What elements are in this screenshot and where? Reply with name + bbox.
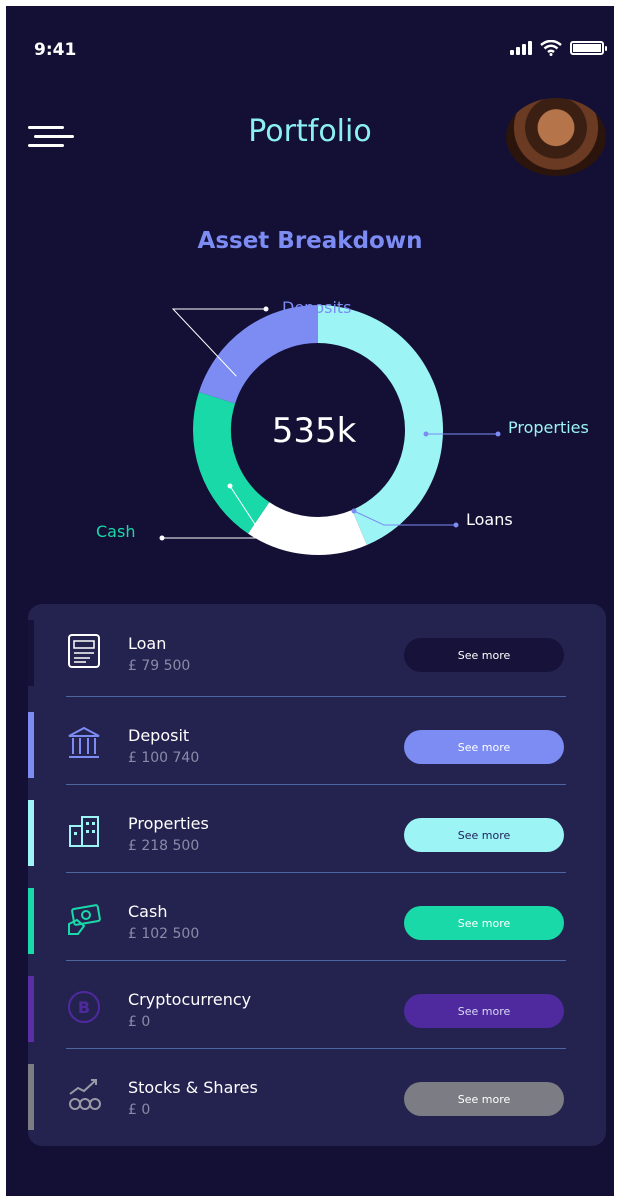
donut-slice-loans [248,501,367,555]
see-more-button-properties[interactable]: See more [404,818,564,852]
see-more-button-cryptocurrency[interactable]: See more [404,994,564,1028]
asset-name: Deposit [128,726,190,745]
asset-name: Loan [128,634,167,653]
section-title: Asset Breakdown [197,228,423,254]
phone-screen: 9:41 Portfolio Asset Breakdown 535k Depo… [6,6,614,1196]
row-accent [28,800,34,866]
asset-name: Stocks & Shares [128,1078,258,1097]
signal-icon [510,41,532,55]
svg-text:B: B [78,998,90,1017]
chart-label-deposits: Deposits [282,298,352,317]
asset-name: Cash [128,902,168,921]
see-more-button-stocks[interactable]: See more [404,1082,564,1116]
asset-amount: £ 79 500 [128,658,191,674]
avatar[interactable] [506,98,606,176]
asset-amount: £ 0 [128,1014,151,1030]
asset-row-cryptocurrency: B Cryptocurrency £ 0 See more [28,960,606,1048]
asset-row-stocks: Stocks & Shares £ 0 See more [28,1048,606,1136]
asset-row-cash: Cash £ 102 500 See more [28,872,606,960]
stocks-icon [69,1079,101,1110]
chart-label-cash: Cash [96,522,136,541]
donut-slice-deposits [198,305,319,405]
loan-document-icon [68,634,100,668]
see-more-button-loan[interactable]: See more [404,638,564,672]
row-accent [28,620,34,686]
row-accent [28,888,34,954]
status-time: 9:41 [34,40,77,60]
row-accent [28,712,34,778]
bitcoin-icon: B [68,991,100,1023]
chart-total: 535k [271,411,357,451]
cash-icon [68,904,101,935]
asset-row-loan: Loan £ 79 500 See more [28,604,606,692]
asset-amount: £ 100 740 [128,750,200,766]
asset-name: Cryptocurrency [128,990,252,1009]
row-accent [28,976,34,1042]
see-more-button-cash[interactable]: See more [404,906,564,940]
asset-row-properties: Properties £ 218 500 See more [28,784,606,872]
battery-icon [570,41,607,55]
asset-name: Properties [128,814,209,833]
asset-amount: £ 218 500 [128,838,200,854]
wifi-icon [540,40,562,56]
asset-row-deposit: Deposit £ 100 740 See more [28,696,606,784]
status-icons [510,40,607,56]
bank-icon [68,726,100,758]
buildings-icon [69,816,99,847]
asset-amount: £ 102 500 [128,926,200,942]
row-accent [28,1064,34,1130]
see-more-button-deposit[interactable]: See more [404,730,564,764]
chart-label-loans: Loans [466,510,513,529]
asset-amount: £ 0 [128,1102,151,1118]
asset-list-card: Loan £ 79 500 See more Deposit £ 100 740… [28,604,606,1146]
chart-label-properties: Properties [508,418,589,437]
